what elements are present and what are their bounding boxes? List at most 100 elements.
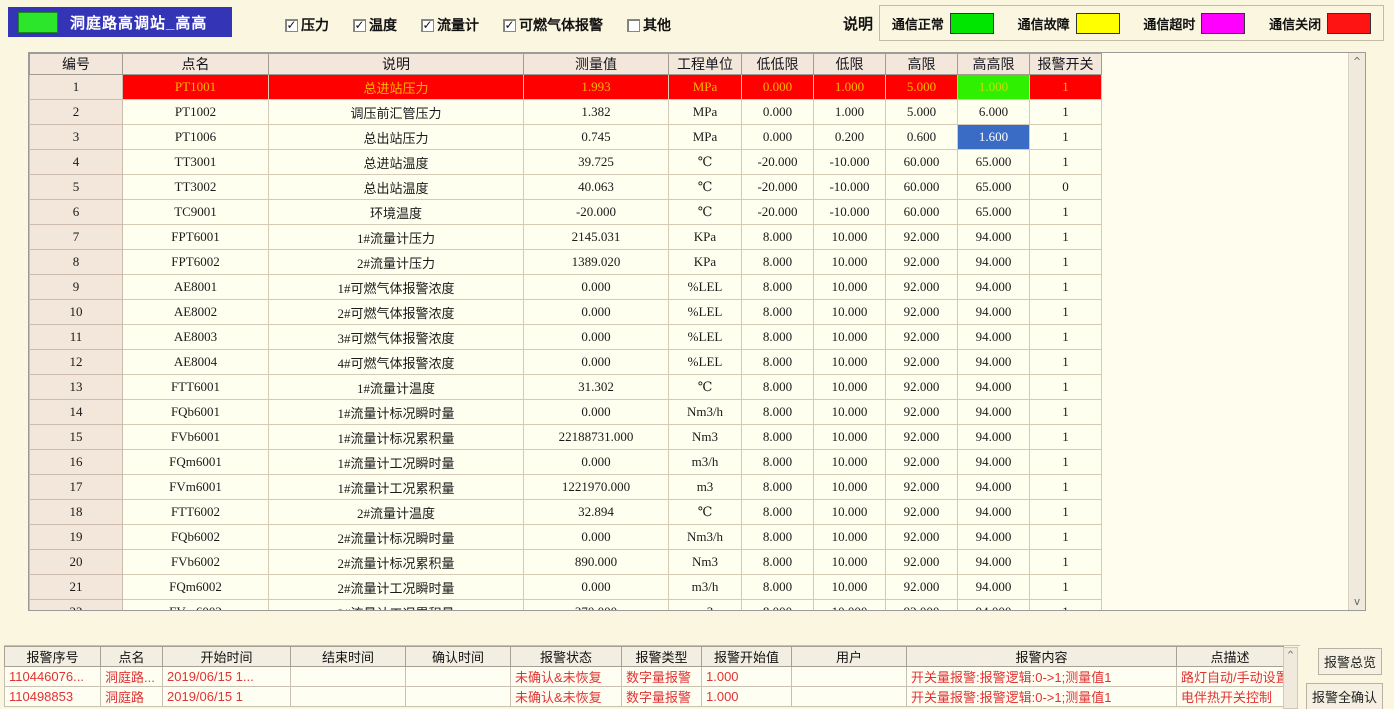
table-cell[interactable]: 1#可燃气体报警浓度 <box>269 275 524 300</box>
table-cell[interactable]: FVb6002 <box>123 550 269 575</box>
table-cell[interactable]: MPa <box>669 125 742 150</box>
table-cell[interactable]: 92.000 <box>886 475 958 500</box>
table-cell[interactable]: 94.000 <box>958 225 1030 250</box>
table-cell[interactable]: 8.000 <box>742 575 814 600</box>
table-cell[interactable]: 5 <box>30 175 123 200</box>
table-cell[interactable]: 8.000 <box>742 425 814 450</box>
alarm-overview-button[interactable]: 报警总览 <box>1318 648 1382 675</box>
table-cell[interactable]: 0.000 <box>524 275 669 300</box>
table-cell[interactable]: KPa <box>669 225 742 250</box>
table-cell[interactable]: 0.000 <box>742 100 814 125</box>
table-cell[interactable]: 8.000 <box>742 400 814 425</box>
table-cell[interactable]: 总进站压力 <box>269 75 524 100</box>
table-cell[interactable]: 0.000 <box>524 325 669 350</box>
table-cell[interactable]: FPT6001 <box>123 225 269 250</box>
table-cell[interactable]: PT1006 <box>123 125 269 150</box>
table-cell[interactable]: 调压前汇管压力 <box>269 100 524 125</box>
table-cell[interactable]: 2#可燃气体报警浓度 <box>269 300 524 325</box>
table-cell[interactable]: 94.000 <box>958 475 1030 500</box>
table-cell[interactable]: 1#流量计工况瞬时量 <box>269 450 524 475</box>
table-cell[interactable]: %LEL <box>669 300 742 325</box>
table-cell[interactable]: 1221970.000 <box>524 475 669 500</box>
table-cell[interactable]: %LEL <box>669 350 742 375</box>
table-cell[interactable]: 4#可燃气体报警浓度 <box>269 350 524 375</box>
table-cell[interactable]: 10.000 <box>814 575 886 600</box>
table-cell[interactable]: 0.200 <box>814 125 886 150</box>
table-cell[interactable]: 10 <box>30 300 123 325</box>
table-cell[interactable]: 22 <box>30 600 123 612</box>
table-cell[interactable]: 8.000 <box>742 450 814 475</box>
table-cell[interactable]: 17 <box>30 475 123 500</box>
table-cell[interactable]: 1 <box>1030 500 1102 525</box>
alarm-cell[interactable]: 电伴热开关控制 <box>1177 687 1284 707</box>
table-cell[interactable]: 2#流量计工况累积量 <box>269 600 524 612</box>
table-cell[interactable]: 1 <box>1030 75 1102 100</box>
table-cell[interactable]: -10.000 <box>814 150 886 175</box>
table-cell[interactable]: 94.000 <box>958 300 1030 325</box>
table-cell[interactable]: 10.000 <box>814 275 886 300</box>
table-cell[interactable]: FVm6001 <box>123 475 269 500</box>
table-cell[interactable]: 19 <box>30 525 123 550</box>
table-cell[interactable]: 2145.031 <box>524 225 669 250</box>
table-cell[interactable]: 8.000 <box>742 500 814 525</box>
table-cell[interactable]: 92.000 <box>886 575 958 600</box>
table-cell[interactable]: 10.000 <box>814 225 886 250</box>
table-cell[interactable]: 10.000 <box>814 550 886 575</box>
table-cell[interactable]: 0.000 <box>524 300 669 325</box>
table-cell[interactable]: 10.000 <box>814 500 886 525</box>
table-cell[interactable]: 1 <box>1030 475 1102 500</box>
table-cell[interactable]: FQm6002 <box>123 575 269 600</box>
table-cell[interactable]: 1 <box>1030 450 1102 475</box>
table-cell[interactable]: 0.000 <box>524 400 669 425</box>
table-cell[interactable]: 12 <box>30 350 123 375</box>
alarm-cell[interactable] <box>792 687 907 707</box>
table-cell[interactable]: PT1002 <box>123 100 269 125</box>
table-cell[interactable]: 1.000 <box>814 100 886 125</box>
table-cell[interactable]: 40.063 <box>524 175 669 200</box>
table-cell[interactable]: 1.000 <box>958 75 1030 100</box>
table-cell[interactable]: 1 <box>1030 375 1102 400</box>
table-cell[interactable]: 1 <box>1030 200 1102 225</box>
table-cell[interactable]: 10.000 <box>814 300 886 325</box>
table-cell[interactable]: 94.000 <box>958 400 1030 425</box>
table-cell[interactable]: 8.000 <box>742 300 814 325</box>
table-cell[interactable]: ℃ <box>669 150 742 175</box>
table-cell[interactable]: 6 <box>30 200 123 225</box>
table-cell[interactable]: 1 <box>1030 600 1102 612</box>
alarm-cell[interactable] <box>291 667 406 687</box>
table-cell[interactable]: -10.000 <box>814 175 886 200</box>
table-cell[interactable]: 65.000 <box>958 175 1030 200</box>
table-cell[interactable]: MPa <box>669 100 742 125</box>
alarm-scroll-up-icon[interactable]: ^ <box>1284 650 1297 661</box>
table-cell[interactable]: 0.600 <box>886 125 958 150</box>
table-cell[interactable]: MPa <box>669 75 742 100</box>
table-cell[interactable]: -20.000 <box>524 200 669 225</box>
table-cell[interactable]: TT3001 <box>123 150 269 175</box>
table-cell[interactable]: TT3002 <box>123 175 269 200</box>
table-cell[interactable]: 10.000 <box>814 250 886 275</box>
table-cell[interactable]: 60.000 <box>886 150 958 175</box>
table-cell[interactable]: 0.000 <box>742 125 814 150</box>
table-cell[interactable]: 1 <box>1030 575 1102 600</box>
table-cell[interactable]: 92.000 <box>886 275 958 300</box>
table-cell[interactable]: 1#流量计标况累积量 <box>269 425 524 450</box>
table-cell[interactable]: FQm6001 <box>123 450 269 475</box>
table-cell[interactable]: m3 <box>669 600 742 612</box>
table-cell[interactable]: AE8002 <box>123 300 269 325</box>
table-cell[interactable]: 8.000 <box>742 350 814 375</box>
table-cell[interactable]: 1#流量计温度 <box>269 375 524 400</box>
alarm-ack-all-button[interactable]: 报警全确认 <box>1306 683 1383 709</box>
table-cell[interactable]: 总进站温度 <box>269 150 524 175</box>
table-cell[interactable]: 92.000 <box>886 225 958 250</box>
table-cell[interactable]: KPa <box>669 250 742 275</box>
table-cell[interactable]: ℃ <box>669 175 742 200</box>
table-cell[interactable]: 1 <box>1030 225 1102 250</box>
table-cell[interactable]: 92.000 <box>886 425 958 450</box>
table-cell[interactable]: FVm6002 <box>123 600 269 612</box>
table-cell[interactable]: 5.000 <box>886 75 958 100</box>
filter-checkbox-gas-alarm[interactable]: ✓ <box>503 19 516 32</box>
table-cell[interactable]: 2#流量计压力 <box>269 250 524 275</box>
table-cell[interactable]: 39.725 <box>524 150 669 175</box>
table-cell[interactable]: 92.000 <box>886 300 958 325</box>
table-cell[interactable]: 65.000 <box>958 200 1030 225</box>
